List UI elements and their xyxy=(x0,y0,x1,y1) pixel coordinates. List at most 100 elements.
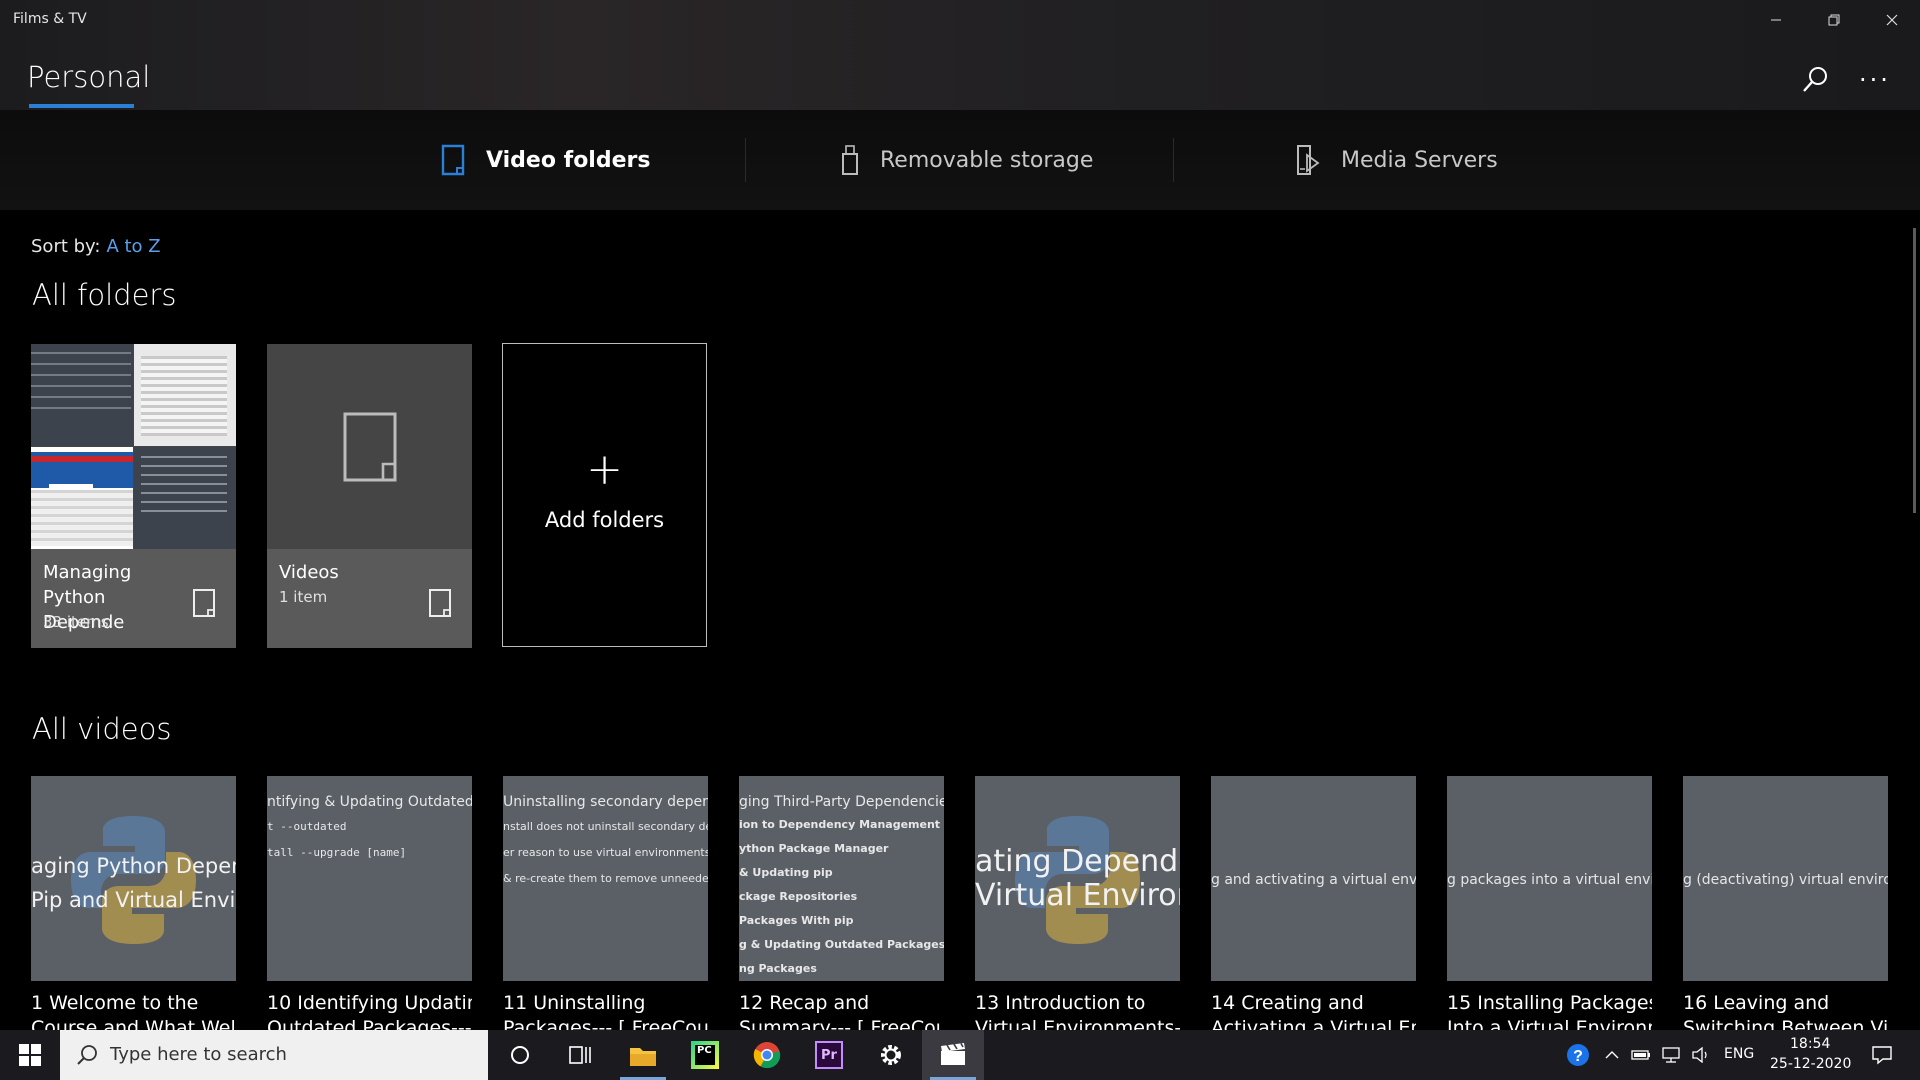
pycharm-icon: PC xyxy=(691,1041,719,1069)
media-server-icon xyxy=(1297,145,1320,175)
volume-button[interactable] xyxy=(1686,1030,1716,1080)
thumbnail-text: ython Package Manager xyxy=(739,842,889,855)
speaker-icon xyxy=(1692,1047,1707,1063)
video-title-line: 10 Identifying Updating xyxy=(267,992,472,1014)
usb-drive-icon xyxy=(842,145,858,175)
thumbnail-text: aging Python Depender xyxy=(31,854,236,878)
pycharm-button[interactable]: PC xyxy=(674,1030,736,1080)
windows-logo-icon xyxy=(19,1044,41,1066)
video-tile[interactable]: Uninstalling secondary dependencie nstall… xyxy=(503,776,708,1041)
file-explorer-icon xyxy=(630,1048,656,1066)
thumbnail-text: & re-create them to remove unneeded sec xyxy=(503,872,708,885)
folder-icon xyxy=(429,589,451,617)
action-center-button[interactable] xyxy=(1862,1030,1902,1080)
sort-value[interactable]: A to Z xyxy=(106,236,160,257)
close-button[interactable] xyxy=(1864,0,1920,40)
network-button[interactable] xyxy=(1656,1030,1686,1080)
network-icon xyxy=(1662,1047,1680,1063)
thumbnail-text: ng Packages xyxy=(739,962,817,975)
add-folders-button[interactable]: + Add folders xyxy=(502,343,707,647)
minimize-button[interactable] xyxy=(1748,0,1804,40)
help-icon: ? xyxy=(1567,1044,1589,1066)
folder-name: Videos xyxy=(279,562,339,583)
start-button[interactable] xyxy=(0,1030,60,1080)
folder-tile[interactable]: Videos 1 item xyxy=(267,344,472,648)
video-thumbnail: g (deactivating) virtual environ xyxy=(1683,776,1888,981)
video-thumbnail: aging Python Depender Pip and Virtual Env… xyxy=(31,776,236,981)
task-view-button[interactable] xyxy=(550,1030,610,1080)
file-explorer-button[interactable] xyxy=(612,1030,674,1080)
video-title-line: 13 Introduction to xyxy=(975,992,1146,1014)
video-tile[interactable]: g packages into a virtual envir 15 Instal… xyxy=(1447,776,1652,1041)
more-options-button[interactable]: ··· xyxy=(1855,62,1895,98)
empty-folder-icon xyxy=(343,412,397,482)
chrome-button[interactable] xyxy=(736,1030,798,1080)
thumbnail-text: ckage Repositories xyxy=(739,890,858,903)
video-thumbnail: ating DependencVirtual Environm xyxy=(975,776,1180,981)
tab-media-servers[interactable]: Media Servers xyxy=(1295,110,1498,210)
language-indicator[interactable]: ENG xyxy=(1724,1046,1754,1062)
folder-tile[interactable]: Managing Python Depende 33 items xyxy=(31,344,236,648)
pycharm-label: PC xyxy=(695,1045,715,1065)
settings-button[interactable] xyxy=(860,1030,922,1080)
tab-label: Removable storage xyxy=(880,147,1094,173)
page-title[interactable]: Personal xyxy=(27,60,150,94)
thumbnail-text: g packages into a virtual envir xyxy=(1447,872,1652,888)
folder-thumbnail xyxy=(267,344,472,549)
app-title: Films & TV xyxy=(13,11,87,27)
search-icon xyxy=(1803,67,1827,92)
folder-icon xyxy=(441,144,465,176)
video-title-line: 11 Uninstalling xyxy=(503,992,646,1014)
cortana-icon xyxy=(511,1046,529,1064)
films-tv-button[interactable] xyxy=(922,1030,984,1080)
cortana-button[interactable] xyxy=(490,1030,550,1080)
thumbnail-text: ion to Dependency Management xyxy=(739,818,941,831)
video-title-line: 14 Creating and xyxy=(1211,992,1364,1014)
show-hidden-icons-button[interactable] xyxy=(1600,1030,1624,1080)
thumbnail-text: tall --upgrade [name] xyxy=(267,846,407,859)
tab-divider xyxy=(1173,138,1174,182)
tab-removable-storage[interactable]: Removable storage xyxy=(840,110,1093,210)
videos-section-title: All videos xyxy=(32,712,172,746)
battery-icon xyxy=(1631,1050,1650,1060)
thumbnail-text: ntifying & Updating Outdated Packa xyxy=(267,794,472,810)
clock-date[interactable]: 25-12-2020 xyxy=(1770,1056,1851,1072)
folders-section-title: All folders xyxy=(32,278,177,312)
chrome-icon xyxy=(753,1042,781,1069)
sort-control[interactable]: Sort by: A to Z xyxy=(31,236,161,257)
thumbnail-text: Uninstalling secondary dependencie xyxy=(503,794,708,810)
video-tile[interactable]: ating DependencVirtual Environm 13 Introd… xyxy=(975,776,1180,1041)
restore-button[interactable] xyxy=(1806,0,1862,40)
help-button[interactable]: ? xyxy=(1560,1030,1596,1080)
thumbnail-text: g (deactivating) virtual environ xyxy=(1683,872,1888,888)
thumbnail-text: g & Updating Outdated Packages xyxy=(739,938,944,951)
folder-info: Managing Python Depende 33 items xyxy=(31,549,236,648)
video-tile[interactable]: ntifying & Updating Outdated Packa t --ou… xyxy=(267,776,472,1041)
taskbar-search-box[interactable]: Type here to search xyxy=(60,1030,488,1080)
scrollbar[interactable] xyxy=(1913,228,1916,513)
clock-time[interactable]: 18:54 xyxy=(1790,1036,1830,1052)
folder-icon xyxy=(193,589,215,617)
chevron-up-icon xyxy=(1605,1051,1619,1059)
taskbar: Type here to search PC Pr ? ENG 18:54 25… xyxy=(0,1030,1920,1080)
minimize-icon xyxy=(1771,19,1781,21)
video-tile[interactable]: g and activating a virtual envir 14 Creat… xyxy=(1211,776,1416,1041)
video-thumbnail: g and activating a virtual envir xyxy=(1211,776,1416,981)
thumbnail-text: Virtual Environm xyxy=(975,878,1180,913)
video-tile[interactable]: aging Python Depender Pip and Virtual Env… xyxy=(31,776,236,1041)
tab-divider xyxy=(745,138,746,182)
video-tile[interactable]: ging Third-Party Dependencies With ion to… xyxy=(739,776,944,1041)
battery-button[interactable] xyxy=(1626,1030,1656,1080)
video-title-line: 1 Welcome to the xyxy=(31,992,199,1014)
tab-video-folders[interactable]: Video folders xyxy=(440,110,650,210)
tab-label: Video folders xyxy=(486,147,651,173)
premiere-button[interactable]: Pr xyxy=(798,1030,860,1080)
films-tv-icon xyxy=(941,1043,965,1065)
premiere-icon: Pr xyxy=(815,1041,843,1069)
python-logo-icon xyxy=(71,816,196,944)
tab-label: Media Servers xyxy=(1341,147,1498,173)
thumbnail-text: g and activating a virtual envir xyxy=(1211,872,1416,888)
video-title-line: 16 Leaving and xyxy=(1683,992,1830,1014)
search-button[interactable] xyxy=(1795,62,1835,98)
video-tile[interactable]: g (deactivating) virtual environ 16 Leavi… xyxy=(1683,776,1888,1041)
